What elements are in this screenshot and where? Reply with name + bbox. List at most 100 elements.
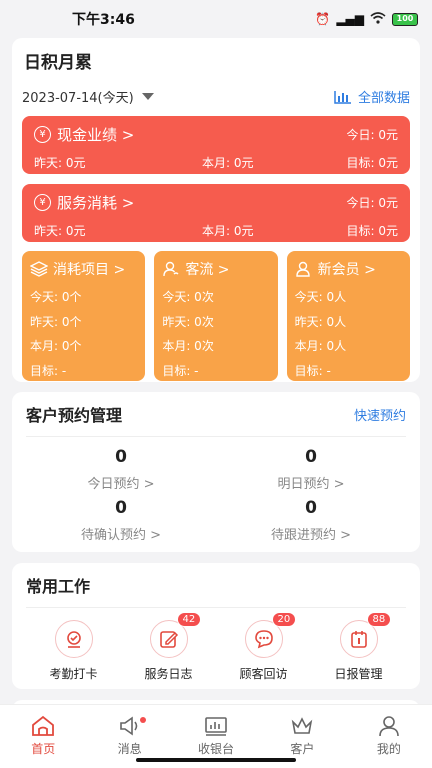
consumed-items-block[interactable]: 消耗项目 > 今天: 0个 昨天: 0个 本月: 0个 目标: -: [22, 251, 146, 381]
cash-yesterday: 昨天: 0元: [34, 156, 86, 170]
common-work-title: 常用工作: [26, 573, 406, 608]
cashier-icon: [205, 717, 227, 736]
today-appointments-count: 0: [115, 447, 127, 467]
unread-dot: [139, 717, 146, 723]
service-month: 本月: 0元: [202, 224, 254, 238]
daily-report[interactable]: 88 日报管理: [319, 612, 399, 682]
tab-profile[interactable]: 我的: [346, 715, 432, 768]
all-data-link[interactable]: 全部数据: [334, 87, 410, 106]
tab-messages-label: 消息: [117, 742, 142, 756]
customer-traffic-block[interactable]: 客流 > 今天: 0次 昨天: 0次 本月: 0次 目标: -: [154, 251, 278, 381]
traffic-today: 今天: 0次: [162, 290, 214, 304]
crown-icon: [292, 717, 313, 734]
attendance-checkin[interactable]: 考勤打卡: [34, 620, 114, 682]
service-title: 服务消耗 >: [57, 194, 135, 212]
daily-report-badge: 88: [366, 612, 392, 627]
battery-icon: 100: [392, 12, 418, 26]
common-work-card: 常用工作 考勤打卡 42 服务日志 20 顾客回访 88 日报管理: [12, 563, 420, 689]
summary-title: 日积月累: [24, 53, 92, 73]
date-selector[interactable]: 2023-07-14(今天): [22, 87, 154, 106]
members-yesterday: 昨天: 0人: [294, 314, 347, 329]
edit-icon: [159, 631, 178, 648]
home-icon: [32, 715, 55, 736]
pending-confirm-count: 0: [115, 498, 127, 518]
appointment-title: 客户预约管理: [26, 406, 123, 425]
tomorrow-appointments-label: 明日预约 >: [277, 477, 345, 492]
items-title: 消耗项目 >: [53, 262, 126, 278]
tomorrow-appointments[interactable]: 0 明日预约 >: [216, 447, 406, 492]
new-members-block[interactable]: 新会员 > 今天: 0人 昨天: 0人 本月: 0人 目标: -: [286, 251, 410, 381]
cash-today: 今日: 0元: [346, 128, 399, 142]
calendar-icon: [350, 631, 367, 648]
attendance-label: 考勤打卡: [49, 667, 98, 681]
service-consumption-block[interactable]: ¥ 服务消耗 > 今日: 0元 昨天: 0元 本月: 0元 目标: 0元: [22, 184, 410, 242]
status-bar: 下午3:46 ⏰ ▂▄▆ 100: [0, 0, 432, 38]
cash-month: 本月: 0元: [202, 156, 254, 170]
traffic-title: 客流 >: [185, 262, 230, 278]
yen-icon: ¥: [34, 126, 51, 143]
cash-target: 目标: 0元: [346, 156, 399, 170]
alarm-icon: ⏰: [315, 12, 331, 26]
common-work-grid: 考勤打卡 42 服务日志 20 顾客回访 88 日报管理: [26, 612, 406, 682]
items-month: 本月: 0个: [30, 339, 82, 353]
signal-icon: ▂▄▆: [336, 12, 364, 26]
today-appointments[interactable]: 0 今日预约 >: [26, 447, 216, 492]
tab-home-label: 首页: [31, 742, 56, 756]
checkin-icon: [66, 631, 81, 648]
customer-revisit-label: 顾客回访: [239, 667, 288, 681]
pending-confirm-appointments[interactable]: 0 待确认预约 >: [26, 498, 216, 543]
new-member-icon: [295, 261, 310, 277]
pending-confirm-label: 待确认预约 >: [80, 528, 162, 543]
pending-followup-appointments[interactable]: 0 待跟进预约 >: [216, 498, 406, 543]
daily-report-label: 日报管理: [334, 667, 383, 681]
home-indicator: [136, 758, 296, 762]
appointment-card: 客户预约管理 快速预约 0 今日预约 > 0 明日预约 > 0 待确认预约 > …: [12, 392, 420, 552]
chevron-down-icon: [141, 93, 154, 100]
service-today: 今日: 0元: [346, 196, 399, 210]
wifi-icon: [370, 11, 386, 27]
service-yesterday: 昨天: 0元: [34, 224, 86, 238]
items-yesterday: 昨天: 0个: [30, 314, 82, 329]
cash-title: 现金业绩 >: [57, 126, 135, 144]
members-today: 今天: 0人: [294, 290, 347, 304]
date-value: 2023-07-14(今天): [22, 91, 134, 106]
today-appointments-label: 今日预约 >: [87, 477, 155, 492]
megaphone-icon: [119, 716, 137, 736]
tab-home[interactable]: 首页: [0, 715, 86, 768]
status-icons: ⏰ ▂▄▆ 100: [315, 11, 418, 27]
members-month: 本月: 0人: [294, 339, 347, 353]
tab-customers-label: 客户: [290, 742, 315, 756]
date-row: 2023-07-14(今天) 全部数据: [22, 87, 410, 106]
service-log-label: 服务日志: [144, 667, 193, 681]
pending-followup-label: 待跟进预约 >: [270, 528, 352, 543]
person-icon: [379, 716, 399, 737]
orange-stats-row: 消耗项目 > 今天: 0个 昨天: 0个 本月: 0个 目标: - 客流 > 今…: [22, 251, 410, 381]
members-title: 新会员 >: [317, 262, 376, 278]
all-data-label: 全部数据: [357, 91, 410, 106]
items-today: 今天: 0个: [30, 290, 82, 304]
traffic-target: 目标: -: [162, 363, 199, 378]
bar-chart-icon: [334, 90, 351, 104]
traffic-yesterday: 昨天: 0次: [162, 314, 214, 329]
tomorrow-appointments-count: 0: [305, 447, 317, 467]
appointment-grid: 0 今日预约 > 0 明日预约 > 0 待确认预约 > 0 待跟进预约 >: [26, 447, 406, 543]
pending-followup-count: 0: [305, 498, 317, 518]
customer-revisit[interactable]: 20 顾客回访: [224, 612, 304, 682]
service-target: 目标: 0元: [346, 224, 399, 238]
quick-appointment-link[interactable]: 快速预约: [354, 405, 406, 424]
service-log-badge: 42: [176, 612, 202, 627]
tab-profile-label: 我的: [376, 742, 401, 756]
yen-hand-icon: ¥: [34, 194, 51, 211]
members-target: 目标: -: [294, 363, 331, 378]
status-time: 下午3:46: [72, 12, 135, 28]
tab-cashier-label: 收银台: [198, 742, 235, 756]
items-target: 目标: -: [30, 363, 67, 378]
customer-revisit-badge: 20: [271, 612, 297, 627]
cash-performance-block[interactable]: ¥ 现金业绩 > 今日: 0元 昨天: 0元 本月: 0元 目标: 0元: [22, 116, 410, 174]
traffic-month: 本月: 0次: [162, 339, 214, 353]
user-flow-icon: [163, 261, 179, 277]
chat-icon: [254, 630, 273, 649]
layers-icon: [30, 261, 48, 277]
service-log[interactable]: 42 服务日志: [129, 612, 209, 682]
summary-card: 日积月累 2023-07-14(今天) 全部数据 ¥ 现金业绩 > 今日: 0元…: [12, 38, 420, 382]
